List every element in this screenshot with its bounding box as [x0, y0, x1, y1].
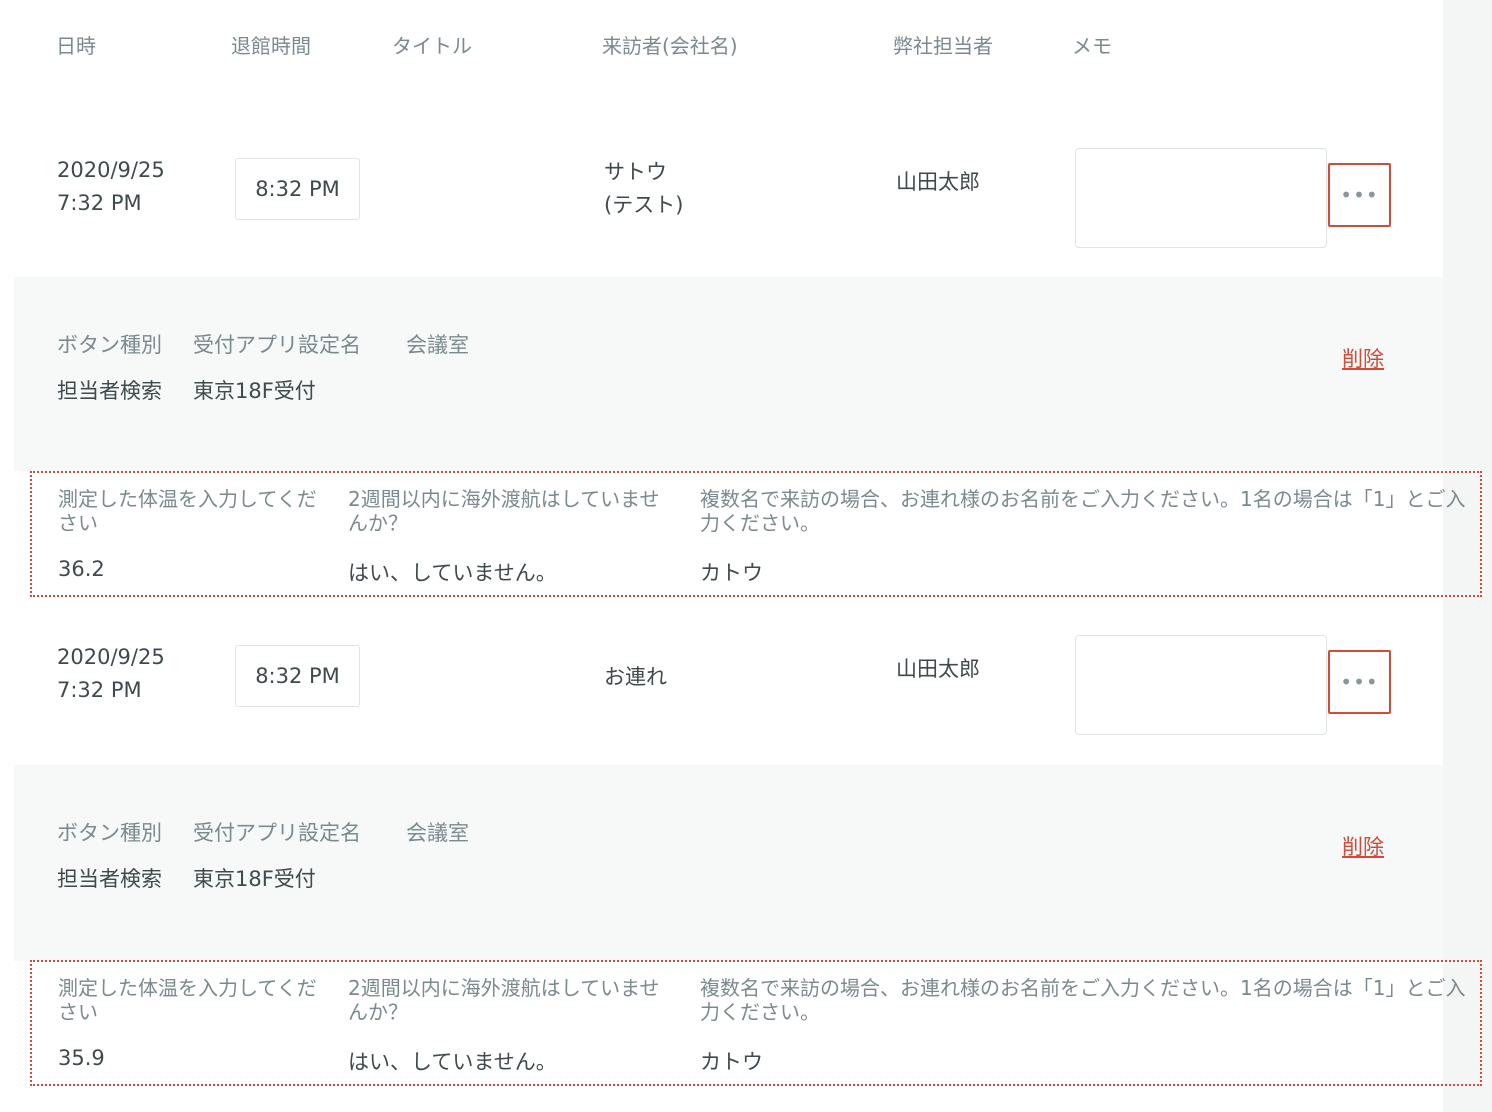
- header-staff: 弊社担当者: [893, 34, 993, 58]
- detail-labels: ボタン種別 受付アプリ設定名 会議室: [57, 329, 469, 359]
- visit-date: 2020/9/25: [57, 158, 165, 182]
- question-travel: 2週間以内に海外渡航はしていませんか？: [348, 487, 660, 535]
- question-companions: 複数名で来訪の場合、お連れ様のお名前をご入力ください。1名の場合は「1」とご入力…: [700, 487, 1466, 535]
- answer-travel: はい、していません。: [348, 561, 557, 585]
- question-temperature: 測定した体温を入力してください: [58, 487, 317, 535]
- label-app-setting: 受付アプリ設定名: [193, 333, 361, 357]
- question-companions: 複数名で来訪の場合、お連れ様のお名前をご入力ください。1名の場合は「1」とご入力…: [700, 976, 1466, 1024]
- header-memo: メモ: [1072, 34, 1112, 58]
- exit-time-field[interactable]: 8:32 PM: [235, 645, 360, 707]
- qa-section: 測定した体温を入力してください 2週間以内に海外渡航はしていませんか？ 複数名で…: [30, 471, 1482, 597]
- detail-values: 担当者検索 東京18F受付: [57, 863, 316, 893]
- label-app-setting: 受付アプリ設定名: [193, 821, 361, 845]
- qa-section: 測定した体温を入力してください 2週間以内に海外渡航はしていませんか？ 複数名で…: [30, 960, 1482, 1086]
- header-datetime: 日時: [56, 34, 96, 58]
- visit-time: 7:32 PM: [57, 191, 142, 215]
- more-dots-icon: •••: [1340, 183, 1379, 207]
- table-row: 2020/9/25 7:32 PM 8:32 PM お連れ 山田太郎 •••: [0, 615, 1443, 765]
- label-room: 会議室: [406, 333, 469, 357]
- staff-name: 山田太郎: [896, 657, 980, 681]
- visitor-name: サトウ (テスト): [604, 156, 683, 222]
- staff-name: 山田太郎: [896, 170, 980, 194]
- question-travel: 2週間以内に海外渡航はしていませんか？: [348, 976, 660, 1024]
- answer-travel: はい、していません。: [348, 1050, 557, 1074]
- visitor-name-line1: サトウ: [604, 160, 667, 184]
- value-button-type: 担当者検索: [57, 379, 162, 403]
- value-button-type: 担当者検索: [57, 867, 162, 891]
- answer-temperature: 36.2: [58, 557, 105, 581]
- detail-values: 担当者検索 東京18F受付: [57, 375, 316, 405]
- visit-date: 2020/9/25: [57, 645, 165, 669]
- visit-datetime: 2020/9/25 7:32 PM: [57, 641, 165, 707]
- answer-companions: カトウ: [700, 561, 763, 585]
- question-temperature: 測定した体温を入力してください: [58, 976, 317, 1024]
- value-app-setting: 東京18F受付: [193, 867, 316, 891]
- exit-time-field[interactable]: 8:32 PM: [235, 158, 360, 220]
- label-button-type: ボタン種別: [57, 821, 162, 845]
- detail-labels: ボタン種別 受付アプリ設定名 会議室: [57, 817, 469, 847]
- table-header: 日時 退館時間 タイトル 来訪者(会社名) 弊社担当者 メモ: [0, 0, 1443, 88]
- answer-companions: カトウ: [700, 1050, 763, 1074]
- delete-link[interactable]: 削除: [1342, 343, 1384, 373]
- answer-temperature: 35.9: [58, 1046, 105, 1070]
- more-dots-icon: •••: [1340, 670, 1379, 694]
- memo-input[interactable]: [1075, 148, 1327, 248]
- label-room: 会議室: [406, 821, 469, 845]
- delete-link[interactable]: 削除: [1342, 831, 1384, 861]
- visitor-name-line2: (テスト): [604, 193, 684, 217]
- more-options-button[interactable]: •••: [1328, 163, 1391, 227]
- value-app-setting: 東京18F受付: [193, 379, 316, 403]
- visit-time: 7:32 PM: [57, 678, 142, 702]
- header-title: タイトル: [392, 34, 472, 58]
- visitor-name-line1: お連れ: [604, 665, 667, 689]
- detail-panel: ボタン種別 受付アプリ設定名 会議室 担当者検索 東京18F受付 削除: [14, 765, 1443, 961]
- more-options-button[interactable]: •••: [1328, 650, 1391, 714]
- header-exit-time: 退館時間: [231, 34, 311, 58]
- header-visitor: 来訪者(会社名): [602, 34, 738, 58]
- visitor-name: お連れ: [604, 661, 667, 694]
- visit-datetime: 2020/9/25 7:32 PM: [57, 154, 165, 220]
- memo-input[interactable]: [1075, 635, 1327, 735]
- label-button-type: ボタン種別: [57, 333, 162, 357]
- table-row: 2020/9/25 7:32 PM 8:32 PM サトウ (テスト) 山田太郎…: [0, 128, 1443, 256]
- detail-panel: ボタン種別 受付アプリ設定名 会議室 担当者検索 東京18F受付 削除: [14, 277, 1443, 471]
